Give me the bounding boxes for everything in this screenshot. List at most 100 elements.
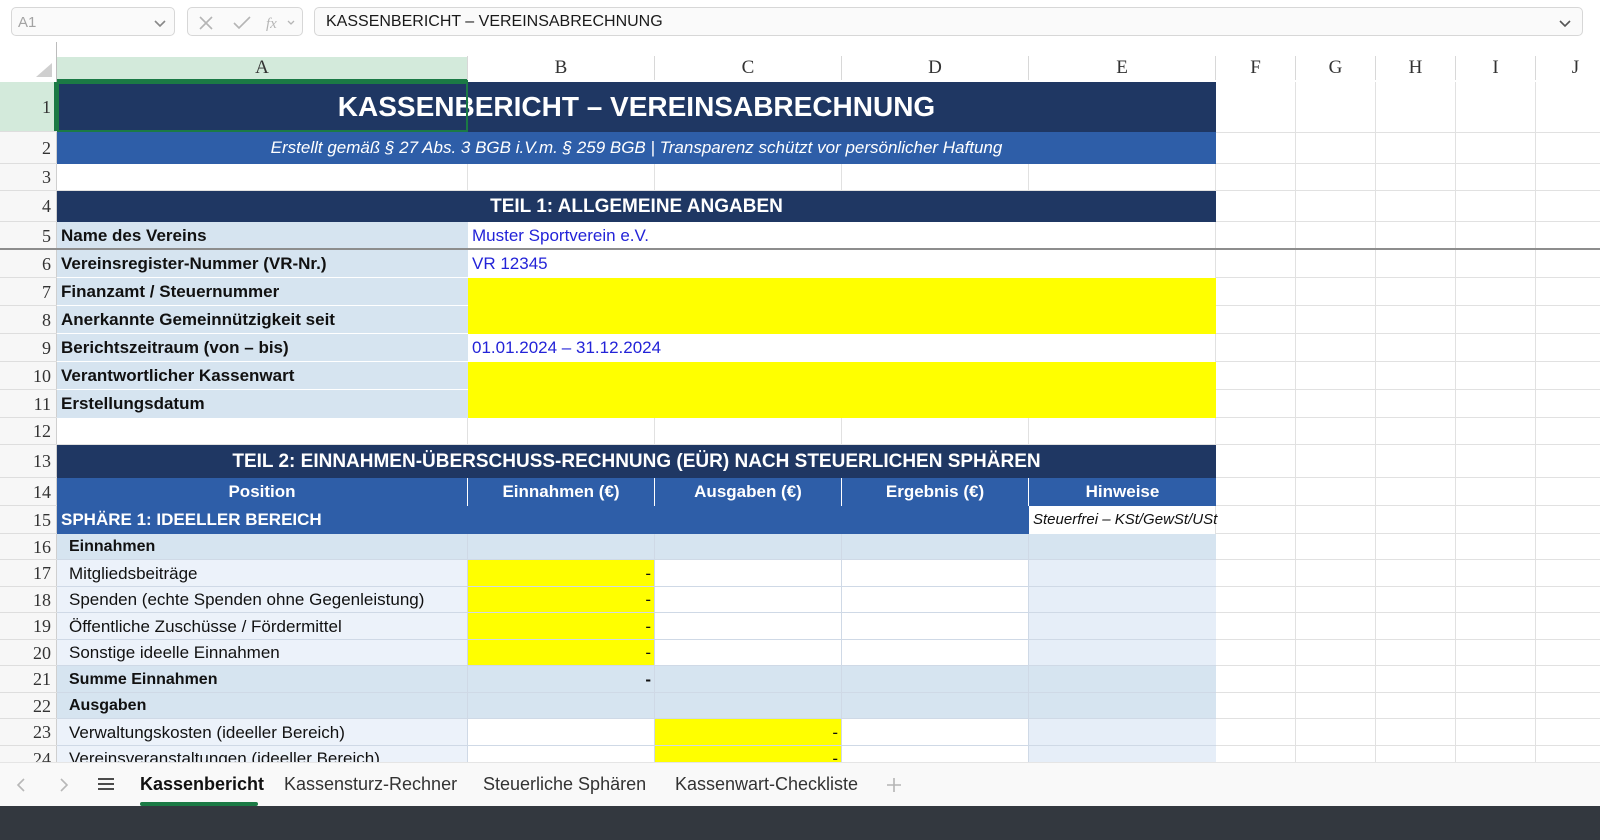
note-cell[interactable]	[1029, 613, 1216, 640]
table-header-expenses[interactable]: Ausgaben (€)	[655, 478, 842, 506]
row-header-19[interactable]: 19	[0, 613, 57, 640]
table-header-position[interactable]: Position	[57, 478, 468, 506]
row-header-6[interactable]: 6	[0, 250, 57, 278]
cancel-icon[interactable]	[198, 15, 214, 31]
expense-subheader[interactable]: Ausgaben	[57, 693, 468, 719]
sheet-list-icon[interactable]	[97, 776, 115, 792]
tab-kassensturz-rechner[interactable]: Kassensturz-Rechner	[284, 774, 457, 795]
input-tax-office[interactable]	[468, 278, 1216, 306]
value-reporting-period[interactable]: 01.01.2024 – 31.12.2024	[468, 334, 1216, 362]
label-creation-date[interactable]: Erstellungsdatum	[57, 390, 468, 418]
formula-input[interactable]: KASSENBERICHT – VEREINSABRECHNUNG	[314, 7, 1583, 36]
income-sum-value[interactable]: -	[468, 666, 655, 693]
row-header-15[interactable]: 15	[0, 506, 57, 534]
expense-item-events[interactable]: Vereinsveranstaltungen (ideeller Bereich…	[57, 746, 468, 762]
row-header-4[interactable]: 4	[0, 191, 57, 222]
note-cell[interactable]	[1029, 719, 1216, 746]
chevron-down-icon[interactable]	[1558, 16, 1572, 30]
formula-text: KASSENBERICHT – VEREINSABRECHNUNG	[326, 13, 663, 30]
add-sheet-icon[interactable]	[886, 777, 902, 793]
note-cell[interactable]	[1029, 746, 1216, 762]
column-header-a[interactable]: A	[57, 56, 468, 80]
row-header-3[interactable]: 3	[0, 164, 57, 191]
label-club-name[interactable]: Name des Vereins	[57, 222, 468, 250]
row-header-18[interactable]: 18	[0, 587, 57, 613]
income-other-value[interactable]: -	[468, 640, 655, 666]
row-header-2[interactable]: 2	[0, 132, 57, 164]
table-header-result[interactable]: Ergebnis (€)	[842, 478, 1029, 506]
label-tax-office[interactable]: Finanzamt / Steuernummer	[57, 278, 468, 306]
label-treasurer[interactable]: Verantwortlicher Kassenwart	[57, 362, 468, 390]
column-header-d[interactable]: D	[842, 56, 1029, 80]
row-header-13[interactable]: 13	[0, 445, 57, 478]
row-header-9[interactable]: 9	[0, 334, 57, 362]
sheet-grid: A B C D E F G H I J 1 2 3 4 5 6 7 8 9 10…	[0, 42, 1600, 762]
table-header-income[interactable]: Einnahmen (€)	[468, 478, 655, 506]
sphere-1-note[interactable]: Steuerfrei – KSt/GewSt/USt	[1029, 506, 1289, 534]
report-subtitle[interactable]: Erstellt gemäß § 27 Abs. 3 BGB i.V.m. § …	[57, 132, 1216, 164]
name-box-value: A1	[18, 14, 37, 31]
note-cell[interactable]	[1029, 560, 1216, 587]
expense-admin-value[interactable]: -	[655, 719, 842, 746]
row-header-10[interactable]: 10	[0, 362, 57, 390]
row-header-21[interactable]: 21	[0, 666, 57, 693]
income-sum-label[interactable]: Summe Einnahmen	[57, 666, 468, 693]
section-header-part1[interactable]: TEIL 1: ALLGEMEINE ANGABEN	[57, 191, 1216, 222]
row-header-20[interactable]: 20	[0, 640, 57, 666]
row-header-23[interactable]: 23	[0, 719, 57, 746]
label-register-number[interactable]: Vereinsregister-Nummer (VR-Nr.)	[57, 250, 468, 278]
label-reporting-period[interactable]: Berichtszeitraum (von – bis)	[57, 334, 468, 362]
income-item-grants[interactable]: Öffentliche Zuschüsse / Fördermittel	[57, 613, 468, 640]
income-item-donations[interactable]: Spenden (echte Spenden ohne Gegenleistun…	[57, 587, 468, 613]
row-header-16[interactable]: 16	[0, 534, 57, 560]
select-all-corner[interactable]	[35, 62, 53, 78]
row-header-22[interactable]: 22	[0, 693, 57, 719]
function-icon[interactable]: fx	[266, 15, 298, 31]
tab-kassenbericht[interactable]: Kassenbericht	[140, 774, 264, 795]
column-header-j[interactable]: J	[1536, 56, 1600, 80]
income-item-other[interactable]: Sonstige ideelle Einnahmen	[57, 640, 468, 666]
column-header-g[interactable]: G	[1296, 56, 1376, 80]
income-membership-value[interactable]: -	[468, 560, 655, 587]
column-header-f[interactable]: F	[1216, 56, 1296, 80]
input-creation-date[interactable]	[468, 390, 1216, 418]
income-item-membership[interactable]: Mitgliedsbeiträge	[57, 560, 468, 587]
label-nonprofit-since[interactable]: Anerkannte Gemeinnützigkeit seit	[57, 306, 468, 334]
check-icon[interactable]	[233, 15, 251, 31]
income-subheader[interactable]: Einnahmen	[57, 534, 468, 560]
expense-events-value[interactable]: -	[655, 746, 842, 762]
row-header-7[interactable]: 7	[0, 278, 57, 306]
row-header-5[interactable]: 5	[0, 222, 57, 250]
input-nonprofit-since[interactable]	[468, 306, 1216, 334]
nav-left-icon[interactable]	[15, 777, 27, 793]
column-header-e[interactable]: E	[1029, 56, 1216, 80]
column-header-h[interactable]: H	[1376, 56, 1456, 80]
section-header-part2[interactable]: TEIL 2: EINNAHMEN-ÜBERSCHUSS-RECHNUNG (E…	[57, 445, 1216, 478]
table-header-notes[interactable]: Hinweise	[1029, 478, 1216, 506]
income-donations-value[interactable]: -	[468, 587, 655, 613]
note-cell[interactable]	[1029, 640, 1216, 666]
column-header-i[interactable]: I	[1456, 56, 1536, 80]
value-club-name[interactable]: Muster Sportverein e.V.	[468, 222, 1216, 250]
sphere-1-header[interactable]: SPHÄRE 1: IDEELLER BEREICH	[57, 506, 1029, 534]
note-cell[interactable]	[1029, 587, 1216, 613]
nav-right-icon[interactable]	[58, 777, 70, 793]
active-cell-a1[interactable]	[57, 82, 468, 132]
row-header-14[interactable]: 14	[0, 478, 57, 506]
row-header-8[interactable]: 8	[0, 306, 57, 334]
row-header-24[interactable]: 24	[0, 746, 57, 762]
column-header-c[interactable]: C	[655, 56, 842, 80]
income-grants-value[interactable]: -	[468, 613, 655, 640]
tab-kassenwart-checkliste[interactable]: Kassenwart-Checkliste	[675, 774, 858, 795]
row-header-12[interactable]: 12	[0, 418, 57, 445]
row-header-17[interactable]: 17	[0, 560, 57, 587]
expense-item-admin[interactable]: Verwaltungskosten (ideeller Bereich)	[57, 719, 468, 746]
row-header-11[interactable]: 11	[0, 390, 57, 418]
input-treasurer[interactable]	[468, 362, 1216, 390]
expense-subheader-fill	[468, 693, 1216, 719]
name-box[interactable]: A1	[11, 7, 175, 36]
value-register-number[interactable]: VR 12345	[468, 250, 1216, 278]
column-header-b[interactable]: B	[468, 56, 655, 80]
row-header-1[interactable]: 1	[0, 82, 57, 132]
tab-steuerliche-sphaeren[interactable]: Steuerliche Sphären	[483, 774, 646, 795]
